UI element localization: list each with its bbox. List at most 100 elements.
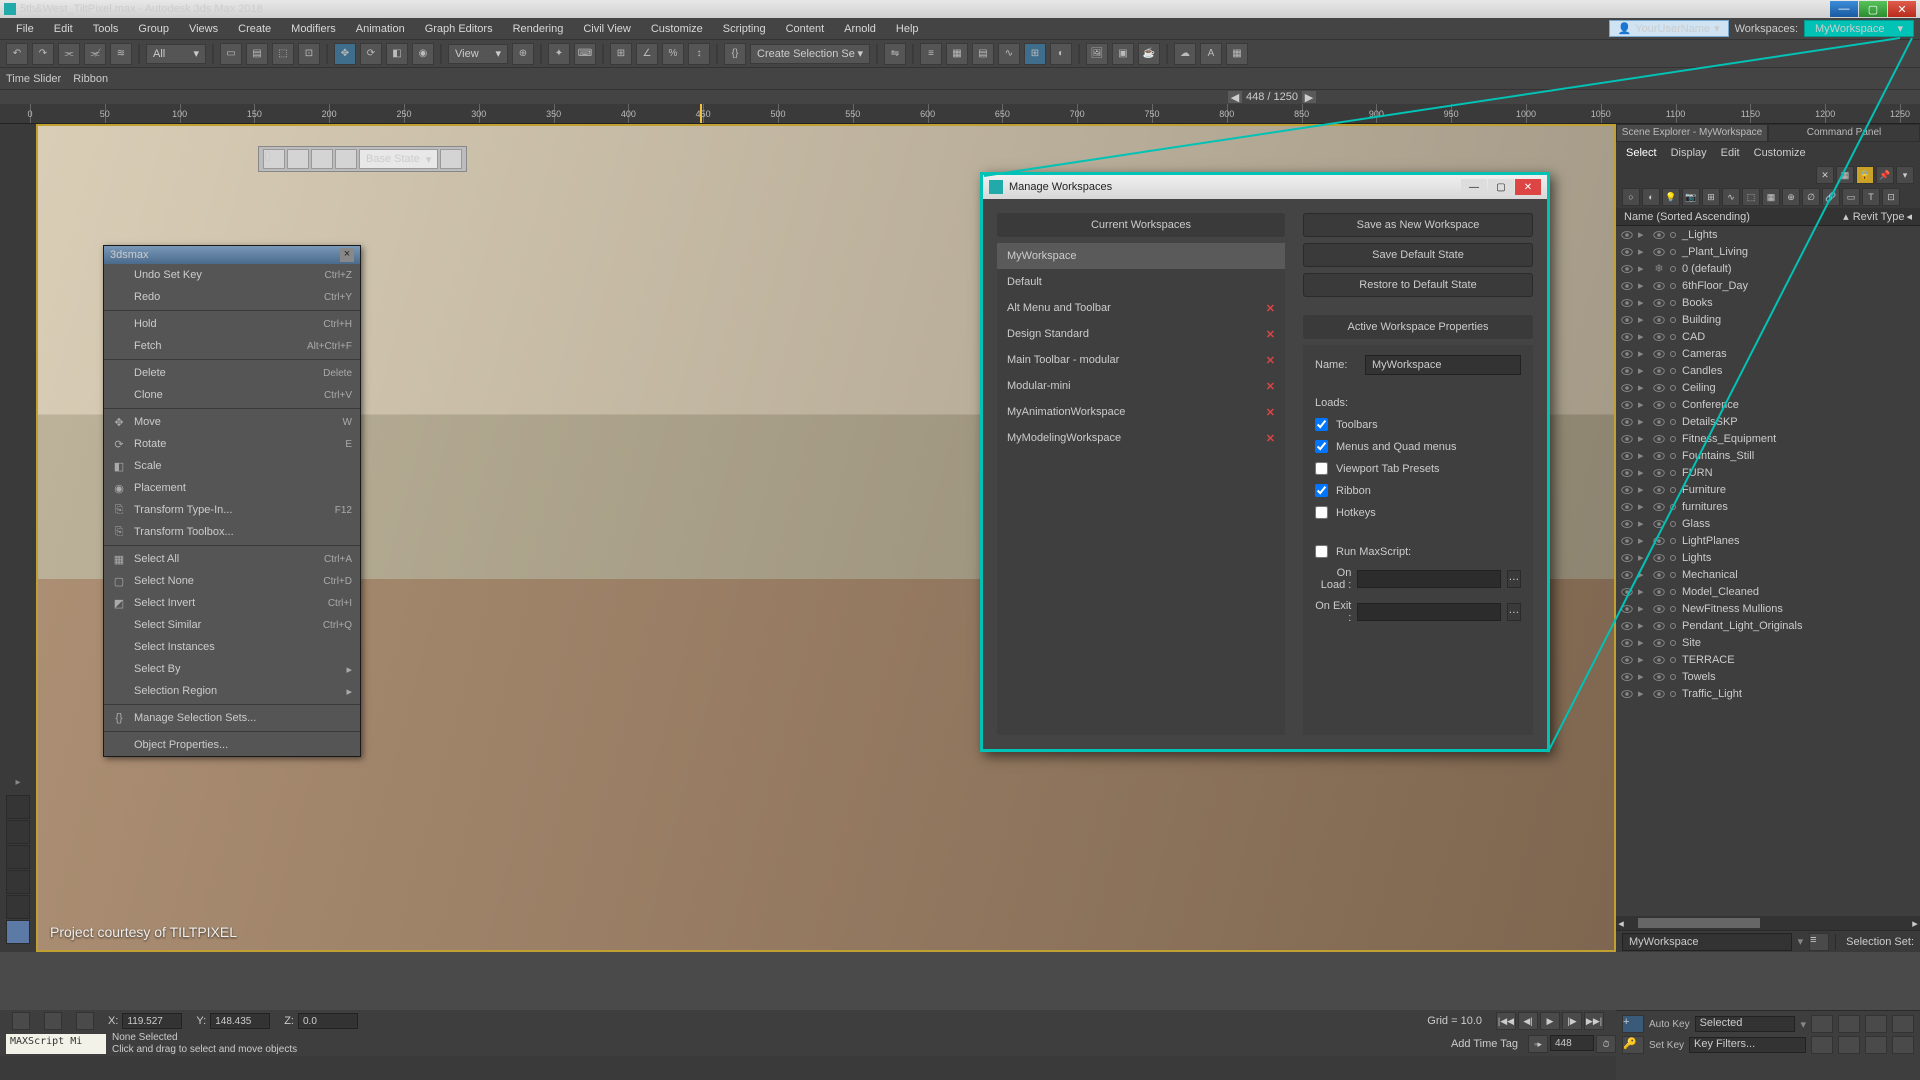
onload-input[interactable] [1357, 570, 1501, 588]
select-by-name-button[interactable]: ▤ [246, 43, 268, 65]
workspace-combo[interactable]: MyWorkspace ▾ [1804, 20, 1914, 37]
workspace-list[interactable]: MyWorkspaceDefaultAlt Menu and Toolbar✕D… [997, 243, 1285, 735]
state-record-button[interactable] [440, 149, 462, 169]
state-sphere-2[interactable] [335, 149, 357, 169]
menu-content[interactable]: Content [776, 21, 835, 37]
visibility-icon[interactable] [1620, 313, 1634, 327]
visibility-icon-2[interactable] [1652, 398, 1666, 412]
link-button[interactable]: ⫘ [58, 43, 80, 65]
visibility-icon[interactable] [1620, 670, 1634, 684]
ctx-select-all[interactable]: ▦Select AllCtrl+A [104, 548, 360, 570]
nav-walk-button[interactable] [1838, 1036, 1860, 1054]
tree-hscrollbar[interactable]: ◂▸ [1616, 916, 1920, 930]
coord-x-input[interactable] [122, 1013, 182, 1029]
viewport-layout-4[interactable] [6, 870, 30, 894]
visibility-icon[interactable] [1620, 330, 1634, 344]
expand-arrow[interactable]: ▸ [1638, 517, 1648, 530]
use-pivot-center-button[interactable]: ⊕ [512, 43, 534, 65]
state-sets-icon[interactable]: {} [263, 149, 285, 169]
time-ruler[interactable]: 0501001502002503003504004505005506006507… [0, 104, 1920, 124]
scene-explorer-tab[interactable]: Scene Explorer - MyWorkspace [1616, 124, 1768, 142]
filter-select[interactable]: Select [1626, 147, 1657, 159]
time-config-button[interactable]: ⏱ [1596, 1035, 1616, 1053]
visibility-icon[interactable] [1620, 466, 1634, 480]
filter-display[interactable]: Display [1671, 147, 1707, 159]
expand-arrow[interactable]: ▸ [1638, 330, 1648, 343]
scale-button[interactable]: ◧ [386, 43, 408, 65]
tree-node[interactable]: ▸Books [1616, 294, 1920, 311]
ctx-manage-selection-sets-[interactable]: {}Manage Selection Sets... [104, 707, 360, 729]
time-tag-icon[interactable] [1423, 1035, 1441, 1053]
visibility-icon[interactable] [1620, 534, 1634, 548]
autokey-button[interactable]: Auto Key [1649, 1019, 1690, 1030]
context-menu-close[interactable]: × [340, 248, 354, 262]
redo-button[interactable]: ↷ [32, 43, 54, 65]
expand-arrow[interactable]: ▸ [1638, 432, 1648, 445]
expand-arrow[interactable]: ▸ [1638, 279, 1648, 292]
snap-toggle-button[interactable]: ⊞ [610, 43, 632, 65]
key-filter-combo[interactable]: Selected [1695, 1016, 1796, 1032]
delete-workspace-icon[interactable]: ✕ [1266, 302, 1275, 315]
align-button[interactable]: ≡ [920, 43, 942, 65]
visibility-icon[interactable] [1620, 245, 1634, 259]
visibility-icon-2[interactable] [1652, 551, 1666, 565]
filter-icon-9[interactable]: ∅ [1802, 188, 1820, 206]
ribbon-tab-time-slider[interactable]: Time Slider [6, 73, 61, 85]
nav-fov-button[interactable] [1865, 1015, 1887, 1033]
col-revit-type[interactable]: Revit Type [1853, 211, 1905, 223]
absolute-mode-icon[interactable] [76, 1012, 94, 1030]
tree-node[interactable]: ▸Site [1616, 634, 1920, 651]
visibility-icon-2[interactable] [1652, 364, 1666, 378]
frame-next-button[interactable]: ▶ [1302, 91, 1316, 103]
menu-file[interactable]: File [6, 21, 44, 37]
expand-arrow[interactable]: ▸ [1638, 585, 1648, 598]
onload-browse[interactable]: … [1507, 570, 1521, 588]
visibility-icon-2[interactable] [1652, 381, 1666, 395]
filter-icon-4[interactable]: ⊞ [1702, 188, 1720, 206]
visibility-icon-2[interactable] [1652, 687, 1666, 701]
run-maxscript-checkbox[interactable]: Run MaxScript: [1315, 545, 1521, 558]
visibility-icon-2[interactable] [1652, 347, 1666, 361]
undo-button[interactable]: ↶ [6, 43, 28, 65]
tree-node[interactable]: ▸Fountains_Still [1616, 447, 1920, 464]
ctx-transform-type-in-[interactable]: ⎘Transform Type-In...F12 [104, 499, 360, 521]
delete-workspace-icon[interactable]: ✕ [1266, 380, 1275, 393]
next-frame-button[interactable]: |▶ [1562, 1012, 1582, 1030]
spinner-snap-button[interactable]: ↕ [688, 43, 710, 65]
visibility-icon[interactable] [1620, 653, 1634, 667]
tree-node[interactable]: ▸NewFitness Mullions [1616, 600, 1920, 617]
explorer-view-button[interactable]: ▦ [1836, 166, 1854, 184]
menu-rendering[interactable]: Rendering [503, 21, 574, 37]
render-production-button[interactable]: ☕ [1138, 43, 1160, 65]
add-time-tag[interactable]: Add Time Tag [1451, 1038, 1518, 1050]
save-default-state-button[interactable]: Save Default State [1303, 243, 1533, 267]
visibility-icon-2[interactable] [1652, 466, 1666, 480]
menu-views[interactable]: Views [179, 21, 228, 37]
visibility-icon-2[interactable] [1652, 296, 1666, 310]
user-account-button[interactable]: 👤 YourUserName ▾ [1609, 20, 1729, 37]
filter-icon-13[interactable]: ⊡ [1882, 188, 1900, 206]
keyboard-shortcut-button[interactable]: ⌨ [574, 43, 596, 65]
selection-lock-icon[interactable] [44, 1012, 62, 1030]
visibility-icon[interactable] [1620, 262, 1634, 276]
visibility-icon[interactable] [1620, 687, 1634, 701]
visibility-icon[interactable] [1620, 602, 1634, 616]
goto-start-button[interactable]: |◀◀ [1496, 1012, 1516, 1030]
visibility-icon[interactable] [1620, 432, 1634, 446]
frame-prev-button[interactable]: ◀ [1228, 91, 1242, 103]
window-close[interactable]: ✕ [1888, 1, 1916, 17]
nav-zoomext-button[interactable] [1892, 1015, 1914, 1033]
visibility-icon-2[interactable] [1652, 432, 1666, 446]
workspace-item[interactable]: MyWorkspace [997, 243, 1285, 269]
ctx-move[interactable]: ✥MoveW [104, 411, 360, 433]
expand-arrow[interactable]: ▸ [1638, 364, 1648, 377]
filter-icon-7[interactable]: ▦ [1762, 188, 1780, 206]
filter-icon-6[interactable]: ⬚ [1742, 188, 1760, 206]
render-setup-button[interactable]: 🖼 [1086, 43, 1108, 65]
tree-node[interactable]: ▸❄0 (default) [1616, 260, 1920, 277]
visibility-icon[interactable] [1620, 228, 1634, 242]
workspace-item[interactable]: Main Toolbar - modular✕ [997, 347, 1285, 373]
menu-edit[interactable]: Edit [44, 21, 83, 37]
toolbars-checkbox[interactable]: Toolbars [1315, 418, 1521, 431]
tree-node[interactable]: ▸Glass [1616, 515, 1920, 532]
